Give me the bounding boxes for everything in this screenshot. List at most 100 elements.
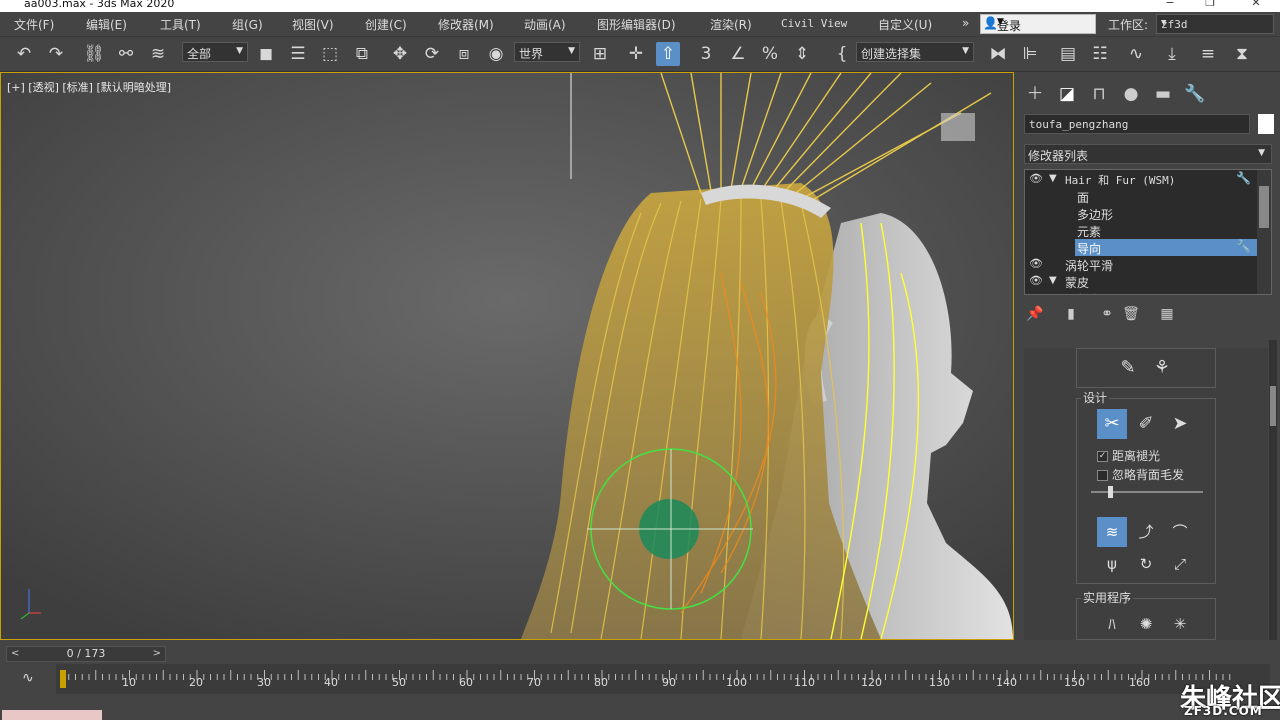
angle-snap-icon[interactable]: ∠ (726, 42, 750, 66)
material-editor-icon[interactable]: ≡ (1196, 42, 1220, 66)
expand-triangle-icon[interactable]: ▼ (1049, 275, 1057, 286)
perspective-viewport[interactable]: [+] [透视] [标准] [默认明暗处理] (0, 72, 1014, 640)
curve-editor-icon[interactable]: ∿ (1124, 42, 1148, 66)
pin-stack-icon[interactable]: 📌 (1024, 304, 1046, 324)
object-name-field[interactable]: toufa_pengzhang (1024, 114, 1250, 134)
minimize-button[interactable]: − (1150, 0, 1190, 8)
modify-tab-icon[interactable]: ◪ (1054, 82, 1080, 106)
viewport-scene[interactable] (1, 73, 1013, 639)
stack-subitem-face[interactable]: 面 (1025, 188, 1257, 205)
mini-curve-editor-icon[interactable]: ∿ (22, 670, 34, 686)
maxscript-listener-field[interactable] (2, 710, 102, 720)
menu-tools[interactable]: 工具(T) (160, 16, 201, 33)
comb-brush-icon[interactable]: ✂ (1097, 409, 1127, 439)
edit-named-sets-icon[interactable]: { (830, 42, 854, 66)
reference-coord-select[interactable]: 世界 ▼ (514, 42, 580, 62)
select-object-icon[interactable]: ◼ (254, 42, 278, 66)
menu-file[interactable]: 文件(F) (14, 16, 54, 33)
time-cursor[interactable] (60, 670, 66, 688)
stack-item-hair-and-fur[interactable]: 👁 ▼ Hair 和 Fur (WSM) 🔧 (1025, 171, 1257, 188)
unlink-icon[interactable]: ⚯ (114, 42, 138, 66)
command-panel-scroll-thumb[interactable] (1270, 386, 1276, 426)
stack-scrollbar[interactable] (1257, 170, 1271, 294)
percent-snap-icon[interactable]: % (758, 42, 782, 66)
time-slider[interactable]: < 0 / 173 > (6, 646, 166, 662)
translate-tool-icon[interactable]: ≋ (1097, 517, 1127, 547)
menu-overflow-button[interactable]: » (962, 16, 969, 30)
stack-scroll-thumb[interactable] (1259, 186, 1269, 228)
keyboard-shortcut-override-icon[interactable]: ⇧ (656, 42, 680, 66)
pop-zero-icon[interactable]: ✳ (1165, 609, 1195, 639)
make-unique-icon[interactable]: ⚭ (1096, 304, 1118, 324)
select-manipulate-icon[interactable]: ✛ (624, 42, 648, 66)
brush-size-thumb[interactable] (1108, 486, 1113, 498)
modifier-list-dropdown[interactable]: 修改器列表 ▼ (1024, 144, 1272, 164)
menu-rendering[interactable]: 渲染(R) (710, 16, 752, 33)
configure-modifier-sets-icon[interactable]: ▦ (1156, 304, 1178, 324)
select-hair-icon[interactable]: ✎ (1113, 353, 1143, 383)
stack-subitem-guides[interactable]: 导向 🔧 (1075, 239, 1257, 256)
viewcube-icon[interactable] (941, 113, 975, 141)
snaps-toggle-icon[interactable]: 3 (694, 42, 718, 66)
login-dropdown[interactable]: 👤 登录 ▼ (980, 14, 1096, 34)
eye-icon[interactable]: 👁 (1029, 257, 1043, 270)
rotate-tool-icon[interactable]: ↻ (1131, 549, 1161, 579)
wrench-icon[interactable]: 🔧 (1236, 239, 1251, 253)
mirror-icon[interactable]: ⧓ (986, 42, 1010, 66)
selection-filter-select[interactable]: 全部 ▼ (182, 42, 248, 62)
eye-icon[interactable]: 👁 (1029, 274, 1043, 287)
redo-icon[interactable]: ↷ (44, 42, 68, 66)
menu-customize[interactable]: 自定义(U) (878, 16, 932, 33)
move-icon[interactable]: ✥ (388, 42, 412, 66)
pointer-icon[interactable]: ➤ (1165, 409, 1195, 439)
hierarchy-tab-icon[interactable]: ⊓ (1086, 82, 1112, 106)
stack-subitem-envelope[interactable]: 封套 (1025, 290, 1257, 294)
align-icon[interactable]: ⊫ (1018, 42, 1042, 66)
menu-civil-view[interactable]: Civil View (781, 17, 847, 30)
clump-tool-icon[interactable]: ψ (1097, 549, 1127, 579)
utilities-tab-icon[interactable]: 🔧 (1182, 82, 1208, 106)
bind-spacewarp-icon[interactable]: ≋ (146, 42, 170, 66)
remove-modifier-icon[interactable]: 🗑 (1120, 304, 1142, 324)
eye-icon[interactable]: 👁 (1029, 172, 1043, 185)
menu-animation[interactable]: 动画(A) (524, 16, 566, 33)
menu-edit[interactable]: 编辑(E) (86, 16, 127, 33)
named-selection-select[interactable]: 创建选择集 ▼ (856, 42, 974, 62)
render-setup-icon[interactable]: ⧗ (1230, 42, 1254, 66)
distance-fade-checkbox[interactable]: ✓ 距离褪光 (1097, 447, 1160, 464)
create-tab-icon[interactable]: ＋ (1022, 82, 1048, 106)
brush-size-slider[interactable] (1091, 486, 1203, 498)
undo-icon[interactable]: ↶ (12, 42, 36, 66)
stand-tool-icon[interactable]: ⤴ (1131, 517, 1161, 547)
stack-subitem-element[interactable]: 元素 (1025, 222, 1257, 239)
brush-icon[interactable]: ✐ (1131, 409, 1161, 439)
stack-item-skin[interactable]: 👁 ▼ 蒙皮 (1025, 273, 1257, 290)
rotate-icon[interactable]: ⟳ (420, 42, 444, 66)
menu-graph-editors[interactable]: 图形编辑器(D) (597, 16, 676, 33)
display-tab-icon[interactable]: ▬ (1150, 82, 1176, 106)
placement-icon[interactable]: ◉ (484, 42, 508, 66)
puff-roots-icon[interactable]: ⌒ (1165, 517, 1195, 547)
viewport-label[interactable]: [+] [透视] [标准] [默认明暗处理] (7, 79, 171, 95)
window-crossing-icon[interactable]: ⧉ (350, 42, 374, 66)
stack-item-turbosmooth[interactable]: 👁 涡轮平滑 (1025, 256, 1257, 273)
chevron-right-icon[interactable]: > (153, 648, 161, 659)
chevron-left-icon[interactable]: < (11, 648, 19, 659)
rect-selection-icon[interactable]: ⬚ (318, 42, 342, 66)
menu-group[interactable]: 组(G) (232, 16, 263, 33)
expand-triangle-icon[interactable]: ▼ (1049, 173, 1057, 184)
menu-view[interactable]: 视图(V) (292, 16, 334, 33)
menu-create[interactable]: 创建(C) (365, 16, 407, 33)
ignore-back-hairs-checkbox[interactable]: 忽略背面毛发 (1097, 466, 1184, 483)
command-panel-scrollbar[interactable] (1269, 340, 1277, 640)
stack-subitem-polygon[interactable]: 多边形 (1025, 205, 1257, 222)
schematic-view-icon[interactable]: ⤓ (1160, 42, 1184, 66)
object-color-swatch[interactable] (1258, 114, 1274, 134)
maximize-button[interactable]: ❐ (1190, 0, 1230, 8)
select-hidden-hair-icon[interactable]: ⚘ (1147, 353, 1177, 383)
spinner-snap-icon[interactable]: ⇕ (790, 42, 814, 66)
select-by-name-icon[interactable]: ☰ (286, 42, 310, 66)
modifier-stack[interactable]: 👁 ▼ Hair 和 Fur (WSM) 🔧 面 多边形 元素 导向 🔧 👁 涡… (1024, 169, 1272, 295)
workspace-select[interactable]: zf3d ▼ (1156, 14, 1274, 34)
scene-explorer-icon[interactable]: ▤ (1056, 42, 1080, 66)
